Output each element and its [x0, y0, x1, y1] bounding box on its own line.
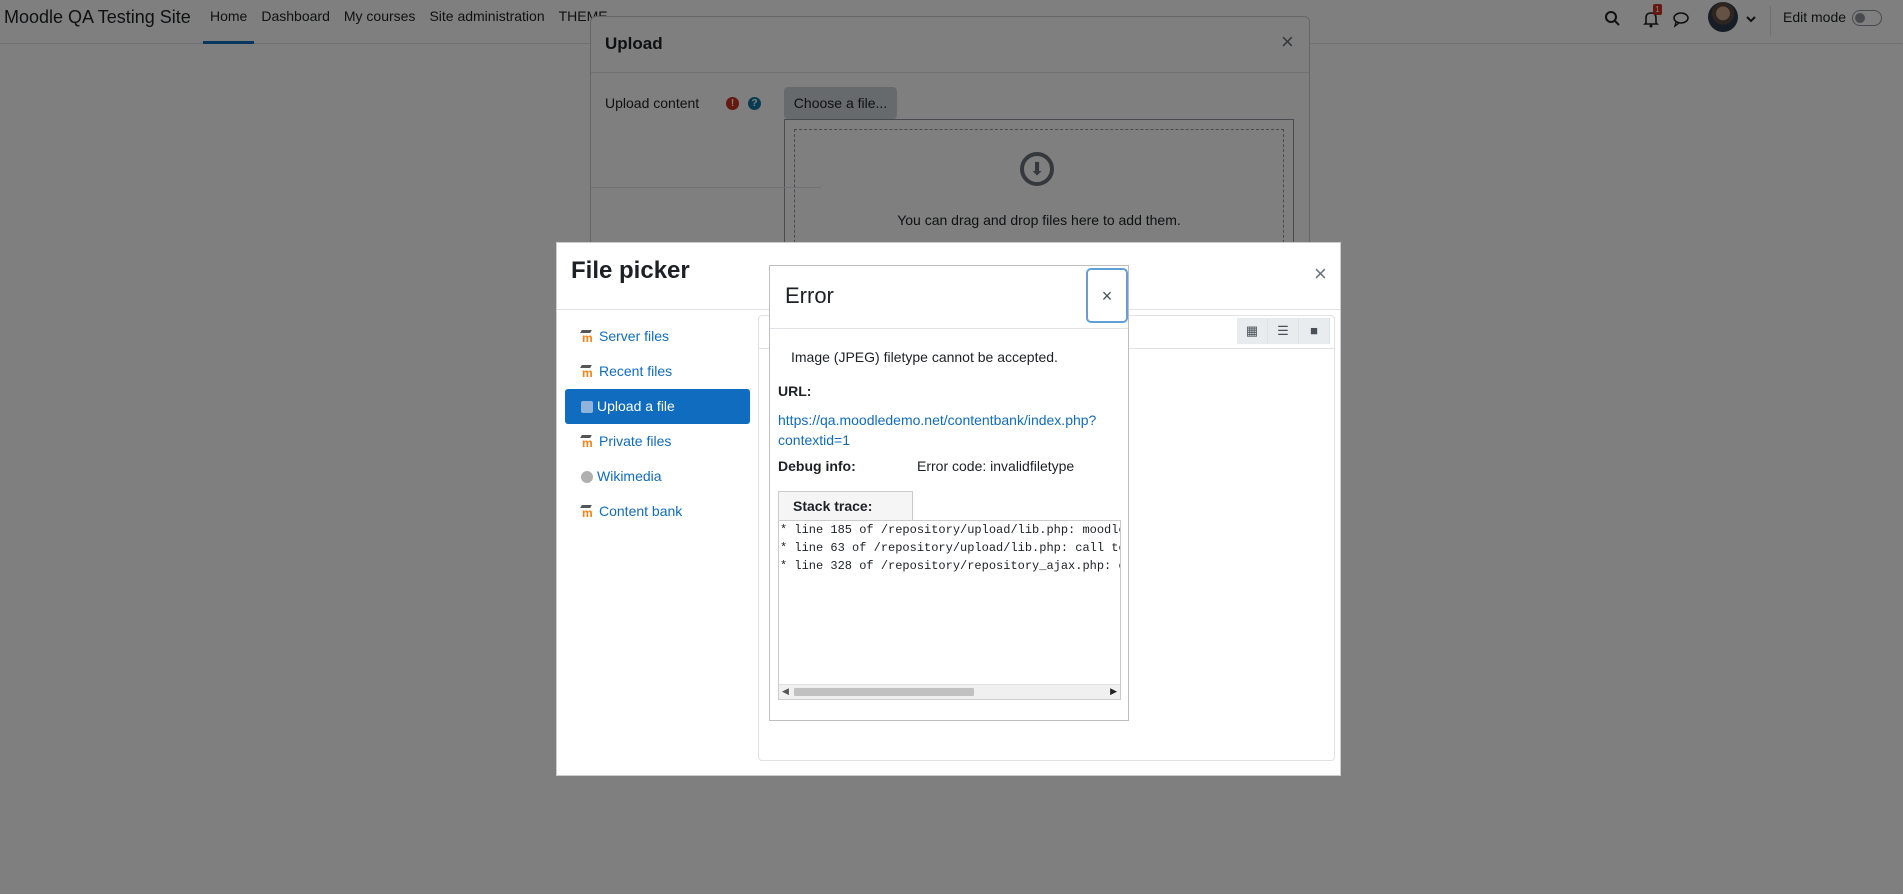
- repository-list: Server files Recent files Upload a file …: [565, 319, 750, 531]
- scrollbar-thumb[interactable]: [794, 688, 974, 696]
- stack-trace-box[interactable]: * line 185 of /repository/upload/lib.php…: [778, 520, 1121, 700]
- repository-label: Private files: [599, 433, 672, 449]
- stack-trace-tab[interactable]: Stack trace:: [778, 491, 913, 520]
- repository-recent-files[interactable]: Recent files: [565, 354, 750, 391]
- repository-server-files[interactable]: Server files: [565, 319, 750, 356]
- stack-trace-line: * line 328 of /repository/repository_aja…: [780, 559, 1121, 573]
- debug-info-label: Debug info:: [778, 458, 856, 474]
- repository-label: Upload a file: [597, 398, 675, 414]
- url-label: URL:: [778, 383, 812, 399]
- wikimedia-icon: [581, 470, 593, 483]
- scroll-right-arrow-icon[interactable]: ▶: [1110, 686, 1117, 697]
- repository-label: Server files: [599, 328, 670, 344]
- repository-content-bank[interactable]: Content bank: [565, 494, 750, 531]
- repository-label: Wikimedia: [597, 468, 662, 484]
- file-picker-close-icon[interactable]: ×: [1314, 263, 1327, 285]
- error-close-button[interactable]: ×: [1086, 268, 1128, 323]
- folder-view-icon[interactable]: ■: [1299, 318, 1330, 344]
- error-dialog-header: Error ×: [770, 266, 1128, 329]
- repository-wikimedia[interactable]: Wikimedia: [565, 459, 750, 494]
- repository-private-files[interactable]: Private files: [565, 424, 750, 461]
- moodle-icon: [581, 356, 595, 391]
- error-url-link[interactable]: https://qa.moodledemo.net/contentbank/in…: [778, 410, 1098, 450]
- moodle-icon: [581, 321, 595, 356]
- error-dialog: Error × Image (JPEG) filetype cannot be …: [769, 265, 1129, 721]
- debug-info-value: Error code: invalidfiletype: [917, 458, 1075, 474]
- repository-label: Recent files: [599, 363, 673, 379]
- view-toolbar: ▦ ☰ ■: [1237, 318, 1330, 344]
- error-title: Error: [785, 283, 834, 308]
- repository-upload-a-file[interactable]: Upload a file: [565, 389, 750, 424]
- stack-trace-line: * line 185 of /repository/upload/lib.php…: [780, 523, 1121, 537]
- horizontal-scrollbar[interactable]: ◀ ▶: [779, 684, 1120, 699]
- error-message: Image (JPEG) filetype cannot be accepted…: [791, 349, 1058, 365]
- repository-label: Content bank: [599, 503, 683, 519]
- moodle-icon: [581, 426, 595, 461]
- scroll-left-arrow-icon[interactable]: ◀: [782, 686, 789, 697]
- icons-view-icon[interactable]: ▦: [1237, 318, 1268, 344]
- stack-trace-line: * line 63 of /repository/upload/lib.php:…: [780, 541, 1121, 555]
- file-picker-title: File picker: [571, 257, 690, 284]
- upload-icon: [581, 400, 593, 413]
- moodle-icon: [581, 496, 595, 531]
- list-view-icon[interactable]: ☰: [1268, 318, 1299, 344]
